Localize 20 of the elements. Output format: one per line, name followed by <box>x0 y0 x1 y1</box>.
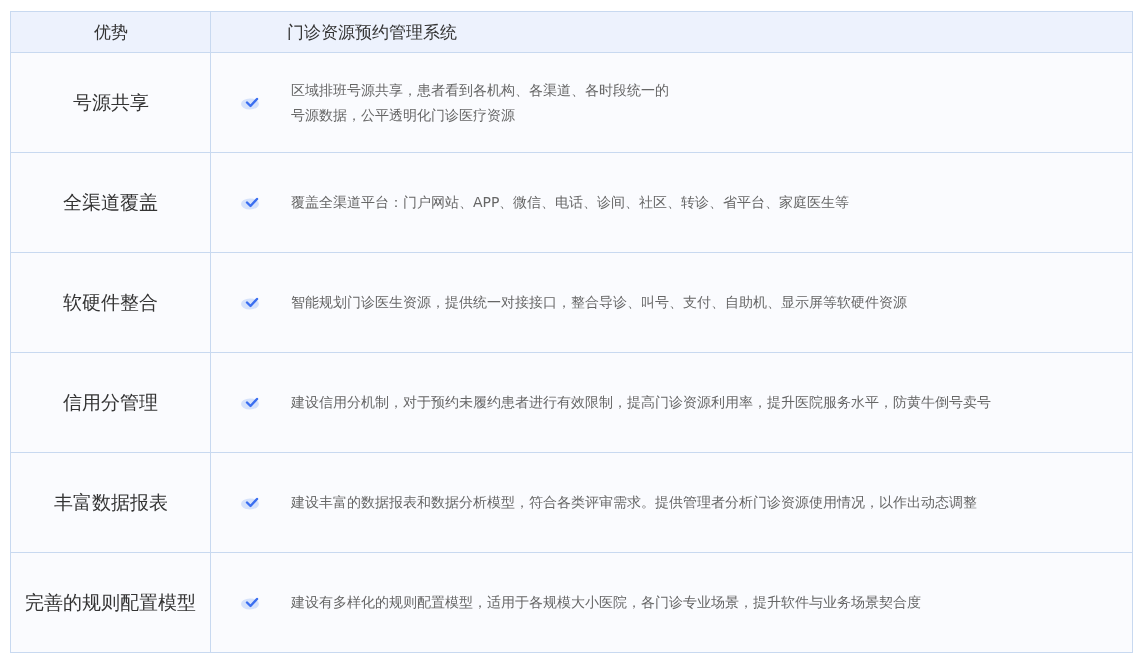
check-icon <box>241 595 261 610</box>
column-header: 门诊资源预约管理系统 <box>286 20 457 44</box>
description-text: 智能规划门诊医生资源，提供统一对接接口，整合导诊、叫号、支付、自助机、显示屏等软硬件资源 <box>291 293 907 312</box>
check-icon <box>241 395 261 410</box>
check-icon <box>241 495 261 510</box>
description-text: 建设有多样化的规则配置模型，适用于各规模大小医院，各门诊专业场景，提升软件与业务场景契合度 <box>291 593 921 612</box>
advantage-cell: 全渠道覆盖 <box>11 153 211 252</box>
description-text: 区域排班号源共享，患者看到各机构、各渠道、各时段统一的 号源数据，公平透明化门诊医疗资源 <box>291 80 669 125</box>
advantage-cell: 完善的规则配置模型 <box>11 553 211 652</box>
advantage-cell: 信用分管理 <box>11 353 211 452</box>
advantage-cell: 丰富数据报表 <box>11 453 211 552</box>
description-text: 建设信用分机制，对于预约未履约患者进行有效限制，提高门诊资源利用率，提升医院服务水平，防黄牛倒号卖号 <box>291 393 991 412</box>
check-icon <box>241 195 261 210</box>
column-header: 优势 <box>11 12 211 52</box>
check-icon <box>241 295 261 310</box>
check-icon <box>241 95 261 110</box>
advantage-cell: 号源共享 <box>11 53 211 152</box>
advantage-cell: 软硬件整合 <box>11 253 211 352</box>
description-text: 建设丰富的数据报表和数据分析模型，符合各类评审需求。提供管理者分析门诊资源使用情况，以作出动态调整 <box>291 493 977 512</box>
description-text: 覆盖全渠道平台：门户网站、APP、微信、电话、诊间、社区、转诊、省平台、家庭医生等 <box>291 193 850 212</box>
